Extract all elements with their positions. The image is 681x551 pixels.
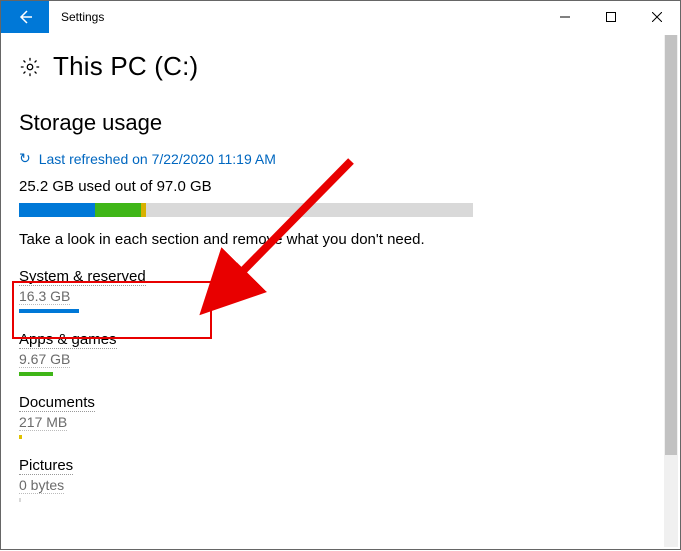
titlebar: Settings — [1, 1, 680, 33]
usage-summary: 25.2 GB used out of 97.0 GB — [19, 178, 662, 195]
refresh-row[interactable]: ↻ Last refreshed on 7/22/2020 11:19 AM — [19, 150, 662, 168]
refresh-icon: ↻ — [19, 150, 31, 167]
maximize-button[interactable] — [588, 1, 634, 33]
category-bar — [19, 498, 21, 502]
category-value: 0 bytes — [19, 477, 64, 494]
category-bar — [19, 435, 22, 439]
back-button[interactable] — [1, 1, 49, 33]
settings-window: Settings This PC (C:) Storage usage — [0, 0, 681, 550]
window-title: Settings — [49, 1, 542, 33]
close-button[interactable] — [634, 1, 680, 33]
category-value: 9.67 GB — [19, 351, 70, 368]
content-area: This PC (C:) Storage usage ↻ Last refres… — [1, 33, 680, 549]
window-controls — [542, 1, 680, 33]
category-label: Apps & games — [19, 331, 117, 349]
arrow-left-icon — [17, 9, 33, 25]
storage-bar-apps — [95, 203, 140, 217]
category-value: 16.3 GB — [19, 288, 70, 305]
refresh-text: Last refreshed on 7/22/2020 11:19 AM — [39, 151, 276, 167]
gear-icon — [19, 56, 41, 78]
category-label: Documents — [19, 394, 95, 412]
page-header: This PC (C:) — [19, 51, 662, 82]
storage-bar-system — [19, 203, 95, 217]
section-heading: Storage usage — [19, 110, 662, 136]
category-bar — [19, 372, 53, 376]
close-icon — [652, 12, 662, 22]
category-label: Pictures — [19, 457, 73, 475]
category-apps[interactable]: Apps & games 9.67 GB — [19, 331, 219, 376]
category-pics[interactable]: Pictures 0 bytes — [19, 457, 219, 502]
page-title: This PC (C:) — [53, 51, 198, 82]
minimize-button[interactable] — [542, 1, 588, 33]
storage-bar — [19, 203, 473, 217]
category-bar — [19, 309, 79, 313]
category-label: System & reserved — [19, 268, 146, 286]
minimize-icon — [560, 12, 570, 22]
category-value: 217 MB — [19, 414, 67, 431]
category-docs[interactable]: Documents 217 MB — [19, 394, 219, 439]
hint-text: Take a look in each section and remove w… — [19, 231, 662, 248]
maximize-icon — [606, 12, 616, 22]
category-sys[interactable]: System & reserved 16.3 GB — [19, 268, 219, 313]
storage-bar-docs — [141, 203, 146, 217]
